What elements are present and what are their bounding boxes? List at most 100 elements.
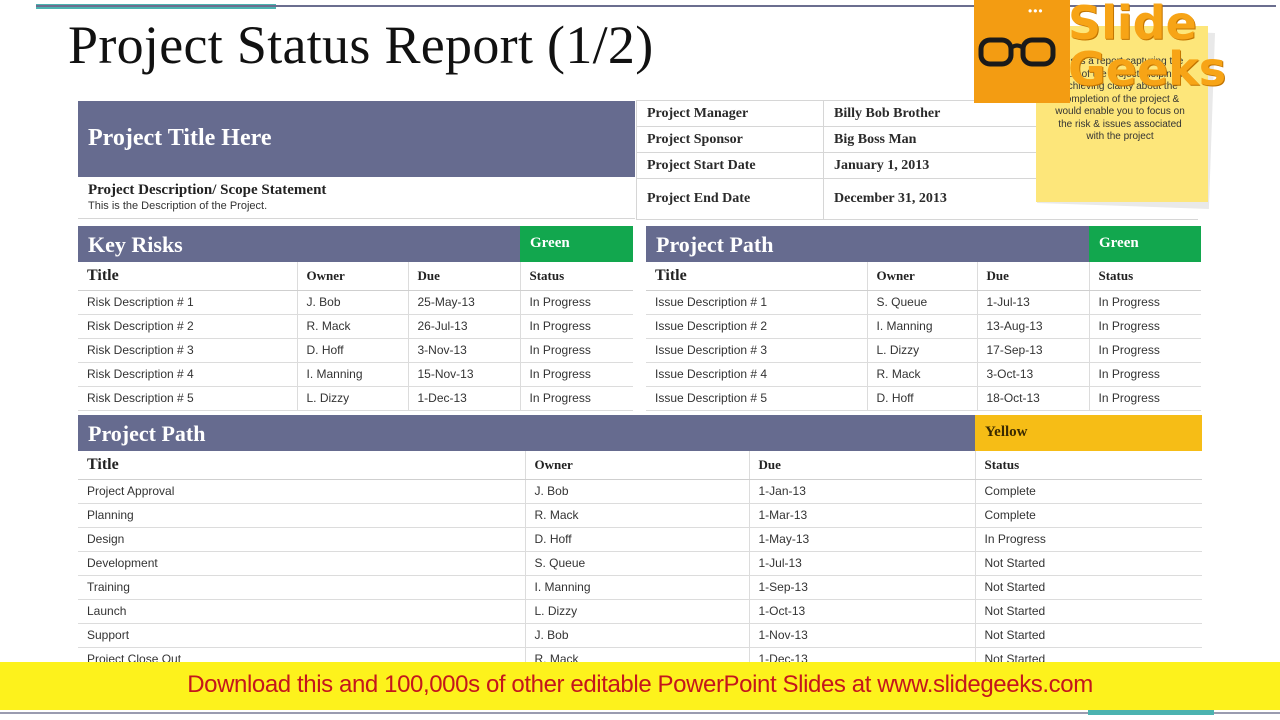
column-header: Status (519, 262, 633, 291)
column-header: Status (1088, 262, 1201, 291)
row-title: Risk Description # 2 (78, 314, 297, 339)
row-title: Support (78, 623, 525, 648)
column-header: Due (748, 451, 975, 480)
column-header: Due (976, 262, 1089, 291)
table-header-row: Title Owner Due Status (646, 262, 1201, 291)
row-status: In Progress (974, 527, 1202, 552)
row-status: In Progress (519, 362, 633, 387)
row-status: In Progress (1088, 314, 1201, 339)
row-owner: I. Manning (296, 362, 408, 387)
key-risks-section: Key Risks Green Title Owner Due Status R… (78, 226, 633, 411)
column-header: Owner (296, 262, 408, 291)
row-due: 3-Nov-13 (407, 338, 520, 363)
row-title: Development (78, 551, 525, 576)
row-due: 1-Mar-13 (748, 503, 975, 528)
table-row: Risk Description # 2 R. Mack 26-Jul-13 In P… (78, 314, 633, 339)
row-owner: R. Mack (296, 314, 408, 339)
row-due: 15-Nov-13 (407, 362, 520, 387)
project-path-title: Project Path (88, 421, 206, 446)
row-title: Launch (78, 599, 525, 624)
download-banner-text[interactable]: Download this and 100,000s of other edit… (0, 671, 1280, 699)
row-title: Issue Description # 3 (646, 338, 867, 363)
key-risks-table: Title Owner Due Status Risk Description … (78, 262, 633, 411)
row-owner: R. Mack (524, 647, 749, 662)
table-row: Launch L. Dizzy 1-Oct-13 Not Started (78, 599, 1202, 624)
row-due: 1-Jul-13 (748, 551, 975, 576)
table-row: Risk Description # 3 D. Hoff 3-Nov-13 In Pr… (78, 338, 633, 363)
info-label: Project Manager (636, 100, 824, 127)
issues-section: Project Path Green Title Owner Due Statu… (646, 226, 1201, 411)
table-row: Project Approval J. Bob 1-Jan-13 Complete (78, 479, 1202, 504)
row-title: Risk Description # 1 (78, 290, 297, 315)
row-owner: J. Bob (524, 479, 749, 504)
row-status: Complete (974, 479, 1202, 504)
row-status: Not Started (974, 575, 1202, 600)
row-due: 13-Aug-13 (976, 314, 1089, 339)
table-row: Support J. Bob 1-Nov-13 Not Started (78, 623, 1202, 648)
row-status: In Progress (519, 386, 633, 411)
row-status: In Progress (519, 314, 633, 339)
row-due: 1-Sep-13 (748, 575, 975, 600)
row-owner: D. Hoff (296, 338, 408, 363)
row-status: In Progress (519, 290, 633, 315)
issues-header: Project Path Green (646, 226, 1201, 262)
table-row: Issue Description # 1 S. Queue 1-Jul-13 In … (646, 290, 1201, 315)
project-path-table: Title Owner Due Status Project Approval J… (78, 451, 1202, 662)
row-title: Risk Description # 4 (78, 362, 297, 387)
key-risks-header: Key Risks Green (78, 226, 633, 262)
row-status: Not Started (974, 623, 1202, 648)
row-status: In Progress (1088, 386, 1201, 411)
glasses-icon (978, 37, 1056, 67)
row-due: 1-Dec-13 (407, 386, 520, 411)
row-owner: L. Dizzy (524, 599, 749, 624)
project-title: Project Title Here (88, 125, 272, 151)
row-owner: L. Dizzy (296, 386, 408, 411)
column-header: Title (78, 451, 525, 480)
project-path-header: Project Path Yellow (78, 415, 1202, 451)
row-owner: D. Hoff (524, 527, 749, 552)
project-description-heading: Project Description/ Scope Statement (88, 182, 327, 198)
table-row: Risk Description # 4 I. Manning 15-Nov-13 I… (78, 362, 633, 387)
row-title: Risk Description # 5 (78, 386, 297, 411)
row-owner: S. Queue (524, 551, 749, 576)
issues-title: Project Path (656, 232, 774, 257)
download-banner[interactable]: Download this and 100,000s of other edit… (0, 662, 1280, 710)
row-title: Issue Description # 5 (646, 386, 867, 411)
row-due: 1-Jul-13 (976, 290, 1089, 315)
info-label: Project End Date (636, 178, 824, 220)
column-header: Due (407, 262, 520, 291)
bottom-accent-bar (1088, 710, 1214, 715)
row-status: In Progress (519, 338, 633, 363)
column-header: Status (974, 451, 1202, 480)
row-status: Not Started (974, 599, 1202, 624)
key-risks-status-badge: Green (520, 226, 633, 262)
row-status: Not Started (974, 647, 1202, 662)
logo-word-1: Slide (1068, 0, 1197, 50)
logo-dots: ••• (1028, 4, 1044, 18)
row-owner: R. Mack (524, 503, 749, 528)
logo-text: Slide Geeks (1068, 0, 1226, 92)
row-owner: S. Queue (866, 290, 977, 315)
table-row: Risk Description # 1 J. Bob 25-May-13 In Pr… (78, 290, 633, 315)
row-due: 26-Jul-13 (407, 314, 520, 339)
row-due: 1-Nov-13 (748, 623, 975, 648)
row-status: Complete (974, 503, 1202, 528)
slide-title: Project Status Report (1/2) (68, 15, 654, 75)
column-header: Owner (524, 451, 749, 480)
table-row: Development S. Queue 1-Jul-13 Not Started (78, 551, 1202, 576)
logo-word-2: Geeks (1068, 42, 1227, 96)
row-status: In Progress (1088, 338, 1201, 363)
row-status: Not Started (974, 551, 1202, 576)
row-owner: J. Bob (296, 290, 408, 315)
row-due: 17-Sep-13 (976, 338, 1089, 363)
row-title: Issue Description # 1 (646, 290, 867, 315)
table-row: Planning R. Mack 1-Mar-13 Complete (78, 503, 1202, 528)
row-due: 18-Oct-13 (976, 386, 1089, 411)
row-owner: I. Manning (866, 314, 977, 339)
table-header-row: Title Owner Due Status (78, 262, 633, 291)
table-row: Project Close Out R. Mack 1-Dec-13 Not Star… (78, 647, 1202, 662)
row-due: 1-Jan-13 (748, 479, 975, 504)
row-due: 25-May-13 (407, 290, 520, 315)
row-title: Project Close Out (78, 647, 525, 662)
row-title: Risk Description # 3 (78, 338, 297, 363)
